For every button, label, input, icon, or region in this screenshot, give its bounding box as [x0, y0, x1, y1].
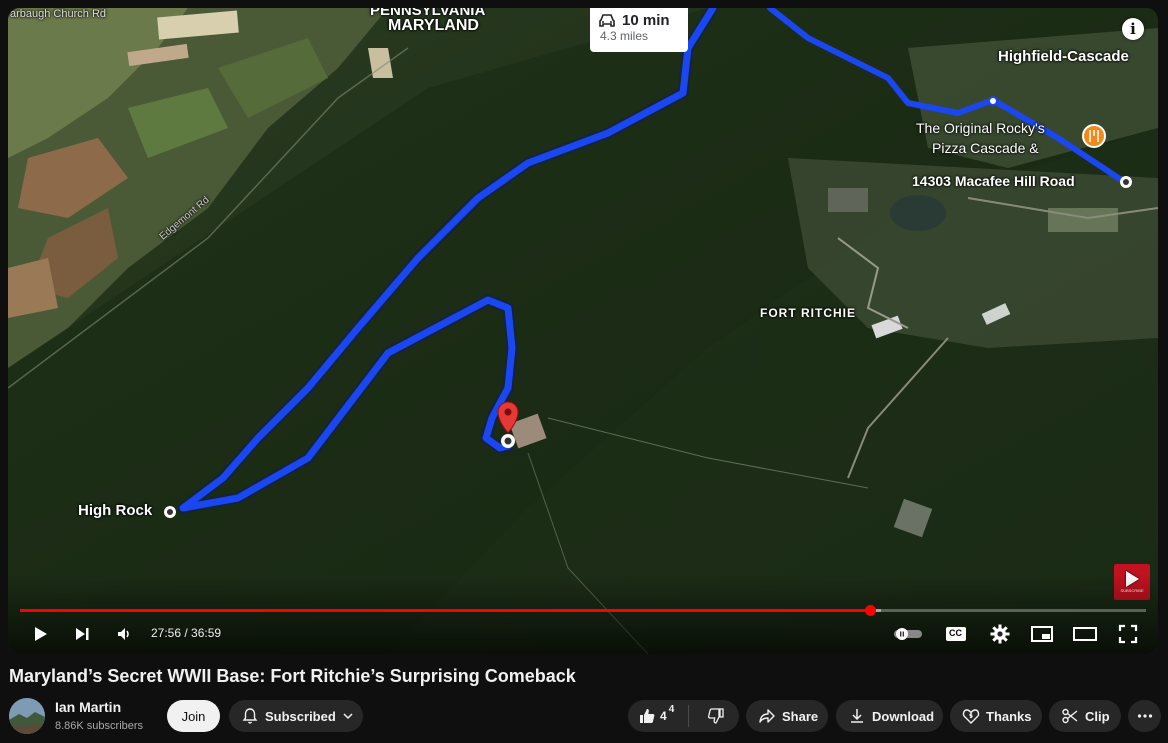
share-label: Share	[782, 708, 819, 724]
thanks-heart-icon	[962, 709, 980, 724]
video-title: Maryland’s Secret WWII Base: Fort Ritchi…	[9, 666, 576, 686]
like-divider	[688, 705, 690, 727]
player-controls: 27:56 / 36:59 CC	[8, 618, 1158, 650]
share-icon	[759, 709, 775, 723]
download-label: Download	[872, 708, 935, 724]
avatar-image	[9, 698, 45, 734]
like-button[interactable]: 4 4	[628, 700, 682, 732]
next-icon	[76, 628, 89, 640]
like-count: 4	[660, 709, 667, 723]
next-button[interactable]	[68, 618, 96, 650]
more-horizontal-icon	[1137, 714, 1152, 718]
map-label-pizza-line1: The Original Rocky's	[916, 120, 1045, 136]
subscribed-label: Subscribed	[265, 708, 336, 724]
gear-icon	[990, 624, 1010, 644]
join-button[interactable]: Join	[167, 700, 220, 732]
volume-icon	[118, 628, 129, 640]
video-player[interactable]: 10 min 4.3 miles arbaugh Church Rd PENNS…	[8, 8, 1158, 654]
play-button[interactable]	[26, 618, 54, 650]
map-label-high-rock: High Rock	[78, 502, 153, 519]
map-label-address: 14303 Macafee Hill Road	[912, 173, 1075, 189]
autoplay-toggle-icon	[894, 628, 922, 640]
thumbs-down-icon	[708, 708, 724, 724]
theater-mode-button[interactable]	[1070, 618, 1100, 650]
download-button[interactable]: Download	[836, 700, 943, 732]
map-label-church-rd: arbaugh Church Rd	[10, 8, 107, 20]
owner-row: Ian Martin 8.86K subscribers Join Subscr…	[9, 698, 1161, 736]
fullscreen-icon	[1118, 624, 1138, 644]
dislike-button[interactable]	[695, 700, 737, 732]
scissors-icon	[1062, 708, 1078, 724]
mute-button[interactable]	[112, 618, 136, 650]
chevron-down-icon	[343, 713, 353, 720]
cc-label: CC	[949, 628, 962, 638]
route-time: 10 min	[622, 12, 670, 29]
thumbs-up-icon	[640, 709, 655, 723]
clip-button[interactable]: Clip	[1049, 700, 1121, 732]
route-info-box: 10 min 4.3 miles	[590, 8, 688, 52]
channel-avatar[interactable]	[9, 698, 45, 734]
like-dislike-group: 4 4	[628, 700, 739, 732]
progress-played	[20, 609, 871, 612]
more-actions-button[interactable]	[1128, 700, 1161, 732]
map-label-maryland: MARYLAND	[388, 17, 479, 34]
progress-bar[interactable]	[20, 605, 1146, 616]
download-icon	[851, 709, 863, 723]
play-icon	[35, 627, 47, 641]
youtube-watch-page: 10 min 4.3 miles arbaugh Church Rd PENNS…	[0, 0, 1168, 743]
bell-icon	[242, 708, 258, 724]
map-label-pizza-line2: Pizza Cascade &	[932, 140, 1039, 156]
miniplayer-button[interactable]	[1028, 618, 1056, 650]
like-badge: 4	[668, 703, 675, 715]
share-button[interactable]: Share	[746, 700, 828, 732]
miniplayer-icon	[1031, 626, 1053, 642]
info-icon[interactable]: i	[1122, 18, 1144, 40]
fullscreen-button[interactable]	[1114, 618, 1142, 650]
channel-name[interactable]: Ian Martin	[55, 699, 121, 715]
map-label-highfield: Highfield-Cascade	[998, 48, 1129, 65]
thanks-label: Thanks	[986, 708, 1032, 724]
captions-button[interactable]: CC	[942, 618, 970, 650]
autoplay-toggle[interactable]	[892, 618, 924, 650]
satellite-map-frame	[8, 8, 1158, 654]
settings-button[interactable]	[986, 618, 1014, 650]
car-icon	[599, 13, 615, 27]
subscribed-button[interactable]: Subscribed	[229, 700, 363, 732]
theater-icon	[1073, 627, 1097, 641]
time-display: 27:56 / 36:59	[151, 626, 222, 640]
thanks-button[interactable]: Thanks	[950, 700, 1042, 732]
subscriber-count: 8.86K subscribers	[55, 720, 144, 732]
clip-label: Clip	[1085, 708, 1110, 724]
route-distance: 4.3 miles	[600, 29, 649, 43]
map-label-fort-ritchie: FORT RITCHIE	[760, 306, 856, 320]
